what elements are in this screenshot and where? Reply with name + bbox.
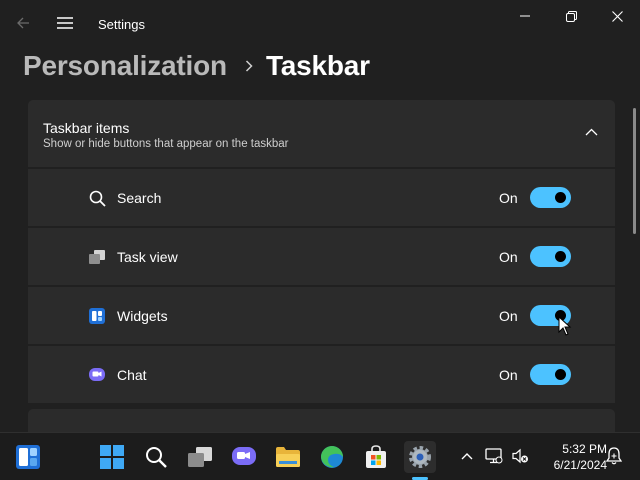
network-icon[interactable] [485,447,503,465]
section-description: Show or hide buttons that appear on the … [43,138,289,150]
chat-icon [232,447,256,465]
clock-date: 6/21/2024 [553,458,607,472]
taskbar-clock[interactable]: 5:32 PM 6/21/2024 [535,441,607,473]
chevron-up-icon[interactable] [581,122,601,142]
store-icon [366,445,386,468]
breadcrumb-personalization[interactable]: Personalization [23,50,227,82]
close-button[interactable] [594,2,640,30]
app-title: Settings [98,17,145,32]
setting-label: Widgets [117,308,168,324]
toggle-state-text: On [499,367,518,383]
clock-time: 5:32 PM [562,442,607,456]
search-icon [88,189,106,207]
chevron-right-icon [245,60,253,72]
toggle-state-text: On [499,190,518,206]
taskbar-widgets-button[interactable] [12,441,44,473]
chat-toggle[interactable] [530,364,571,385]
setting-row-search: Search On [28,169,615,226]
toggle-state-text: On [499,249,518,265]
minimize-button[interactable] [502,2,548,30]
minimize-icon [520,15,530,17]
toggle-knob [555,369,566,380]
widgets-icon [88,307,106,325]
taskbar-file-explorer-button[interactable] [272,441,304,473]
search-toggle[interactable] [530,187,571,208]
taskbar-store-button[interactable] [360,441,392,473]
settings-content: Taskbar items Show or hide buttons that … [28,100,615,432]
taskbar-settings-button[interactable] [404,441,436,473]
edge-browser-icon [321,446,343,468]
scrollbar[interactable] [633,108,636,234]
task-view-icon [88,248,106,266]
breadcrumb: Personalization Taskbar [23,46,370,86]
notifications-icon[interactable] [605,447,623,465]
taskbar-chat-button[interactable] [228,441,260,473]
taskbar: 5:32 PM 6/21/2024 [0,432,640,480]
task-view-icon [188,447,212,467]
windows-logo-icon [100,445,124,469]
toggle-state-text: On [499,308,518,324]
taskbar-search-button[interactable] [140,441,172,473]
chat-icon [88,366,106,384]
section-title: Taskbar items [43,120,130,136]
navigation-menu-button[interactable] [50,8,80,38]
volume-muted-icon[interactable] [511,447,529,465]
back-button[interactable] [8,8,38,38]
gear-icon [409,446,431,468]
title-bar: Settings [0,0,640,46]
mouse-cursor-icon [558,316,572,336]
taskbar-items-section-header[interactable]: Taskbar items Show or hide buttons that … [28,100,615,167]
search-icon [146,447,167,468]
widgets-icon [16,445,40,469]
restore-icon [565,10,577,22]
show-hidden-icons-button[interactable] [458,447,476,465]
page-title: Taskbar [265,50,370,81]
back-arrow-icon [17,17,29,29]
task-view-toggle[interactable] [530,246,571,267]
setting-label: Task view [117,249,178,265]
hamburger-icon [57,17,73,29]
setting-label: Search [117,190,162,206]
taskbar-task-view-button[interactable] [184,441,216,473]
toggle-knob [555,251,566,262]
folder-icon [276,447,300,467]
setting-row-widgets: Widgets On [28,287,615,344]
setting-label: Chat [117,367,147,383]
maximize-button[interactable] [548,2,594,30]
toggle-knob [555,192,566,203]
close-icon [611,10,623,22]
next-section-header[interactable] [28,409,615,432]
setting-row-task-view: Task view On [28,228,615,285]
taskbar-edge-button[interactable] [316,441,348,473]
setting-row-chat: Chat On [28,346,615,403]
taskbar-start-button[interactable] [96,441,128,473]
chevron-up-icon [461,453,473,460]
